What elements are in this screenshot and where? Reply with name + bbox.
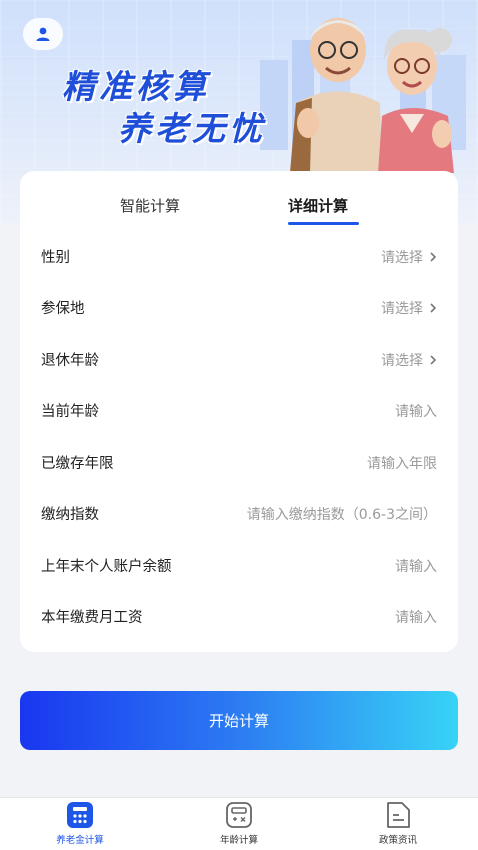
select-placeholder: 请选择 [381, 352, 423, 369]
slogan-line-2: 养老无忧 [118, 109, 266, 148]
form-label: 本年缴费月工资 [41, 610, 143, 626]
start-calculation-button[interactable]: 开始计算 [20, 691, 458, 750]
calculator-form-card: 智能计算 详细计算 性别 请选择 参保地 请选择 退休年龄 请选择 当前年龄 请… [20, 171, 458, 652]
form-label: 缴纳指数 [41, 507, 99, 523]
insured-location-select[interactable]: 请选择 [381, 298, 437, 318]
bottom-navigation: 养老金计算 年龄计算 政策资讯 [0, 797, 478, 850]
chevron-right-icon [430, 354, 437, 365]
form-row-monthly-salary[interactable]: 本年缴费月工资 请输入 [20, 591, 458, 642]
nav-label: 政策资讯 [378, 835, 417, 846]
gender-select[interactable]: 请选择 [381, 247, 437, 267]
nav-age-calc[interactable]: 年龄计算 [194, 802, 284, 850]
form-row-current-age[interactable]: 当前年龄 请输入 [20, 385, 458, 436]
calculator-icon [67, 802, 93, 828]
slogan-line-1: 精准核算 [62, 67, 210, 106]
current-age-input[interactable]: 请输入 [395, 401, 437, 421]
chevron-right-icon [430, 302, 437, 313]
calc-mode-tabs: 智能计算 详细计算 [20, 171, 458, 237]
nav-label: 养老金计算 [56, 835, 104, 846]
form-label: 性别 [41, 250, 70, 266]
select-placeholder: 请选择 [381, 249, 423, 266]
monthly-salary-input[interactable]: 请输入 [395, 607, 437, 627]
chevron-right-icon [430, 251, 437, 262]
form-label: 参保地 [41, 301, 85, 317]
form-row-paid-years[interactable]: 已缴存年限 请输入年限 [20, 437, 458, 488]
document-icon [387, 802, 410, 828]
user-avatar-button[interactable] [23, 18, 63, 50]
user-icon [36, 27, 50, 41]
form-label: 退休年龄 [41, 353, 99, 369]
tab-detailed-calc[interactable]: 详细计算 [288, 195, 348, 216]
form-row-gender[interactable]: 性别 请选择 [20, 231, 458, 282]
select-placeholder: 请选择 [381, 300, 423, 317]
nav-label: 年龄计算 [219, 835, 258, 846]
form-row-contribution-index[interactable]: 缴纳指数 请输入缴纳指数（0.6-3之间） [20, 488, 458, 539]
retirement-age-select[interactable]: 请选择 [381, 350, 437, 370]
form-label: 上年末个人账户余额 [41, 559, 172, 575]
paid-years-input[interactable]: 请输入年限 [367, 453, 437, 473]
form-label: 已缴存年限 [41, 456, 114, 472]
form-row-account-balance[interactable]: 上年末个人账户余额 请输入 [20, 540, 458, 591]
form-row-insured-location[interactable]: 参保地 请选择 [20, 282, 458, 333]
form-row-retirement-age[interactable]: 退休年龄 请选择 [20, 334, 458, 385]
account-balance-input[interactable]: 请输入 [395, 556, 437, 576]
nav-pension-calc[interactable]: 养老金计算 [35, 802, 125, 850]
contribution-index-input[interactable]: 请输入缴纳指数（0.6-3之间） [247, 504, 437, 524]
tab-smart-calc[interactable]: 智能计算 [120, 195, 180, 216]
active-tab-indicator [288, 222, 359, 225]
elderly-couple-illustration [290, 18, 454, 173]
nav-policy-news[interactable]: 政策资讯 [353, 802, 443, 850]
age-calc-icon [226, 802, 252, 828]
form-label: 当前年龄 [41, 404, 99, 420]
